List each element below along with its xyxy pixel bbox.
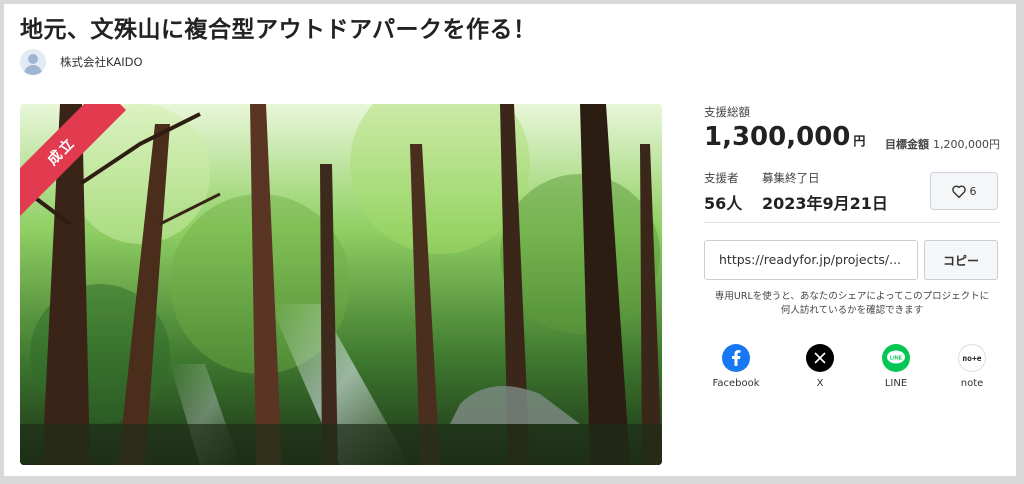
total-amount: 1,300,000 円 <box>704 122 866 152</box>
heart-icon <box>951 185 966 198</box>
line-icon[interactable]: LINE <box>882 344 910 372</box>
goal-amount: 目標金額 1,200,000円 <box>885 138 1000 151</box>
end-date: 2023年9月21日 <box>762 194 888 213</box>
note-icon[interactable]: no+e <box>958 344 986 372</box>
total-label: 支援総額 <box>704 105 750 119</box>
owner-info[interactable]: 株式会社KAIDO <box>20 48 143 76</box>
share-url-row: https://readyfor.jp/projects/... コピー <box>704 240 1000 282</box>
share-x[interactable]: X <box>788 344 852 389</box>
owner-name[interactable]: 株式会社KAIDO <box>60 54 143 70</box>
project-main-image: 成立 <box>20 104 662 465</box>
project-page: 地元、文殊山に複合型アウトドアパークを作る！ 株式会社KAIDO 成立 支援総額… <box>4 4 1016 476</box>
svg-text:LINE: LINE <box>890 356 903 362</box>
forest-photo <box>20 104 662 465</box>
end-date-stat: 募集終了日 2023年9月21日 <box>762 171 888 213</box>
supporters-count: 56人 <box>704 194 743 213</box>
funding-panel: 支援総額 1,300,000 円 目標金額 1,200,000円 支援者 56人 募… <box>704 104 1000 389</box>
share-line[interactable]: LINE LINE <box>864 344 928 389</box>
facebook-icon[interactable] <box>722 344 750 372</box>
currency-unit: 円 <box>853 134 866 148</box>
page-title: 地元、文殊山に複合型アウトドアパークを作る！ <box>20 17 537 43</box>
copy-button[interactable]: コピー <box>924 240 998 280</box>
x-icon[interactable] <box>806 344 834 372</box>
divider <box>704 222 1000 223</box>
share-buttons: Facebook X LINE LINE no+e note <box>704 344 1000 394</box>
share-note: 専用URLを使うと、あなたのシェアによってこのプロジェクトに何人訪れているかを確… <box>714 291 990 316</box>
favorite-button[interactable]: 6 <box>930 172 998 210</box>
favorite-count: 6 <box>969 184 977 198</box>
supporters-stat: 支援者 56人 <box>704 171 743 213</box>
share-facebook[interactable]: Facebook <box>704 344 768 389</box>
share-note-service[interactable]: no+e note <box>940 344 1004 389</box>
share-url-field[interactable]: https://readyfor.jp/projects/... <box>704 240 918 280</box>
avatar[interactable] <box>20 49 46 75</box>
